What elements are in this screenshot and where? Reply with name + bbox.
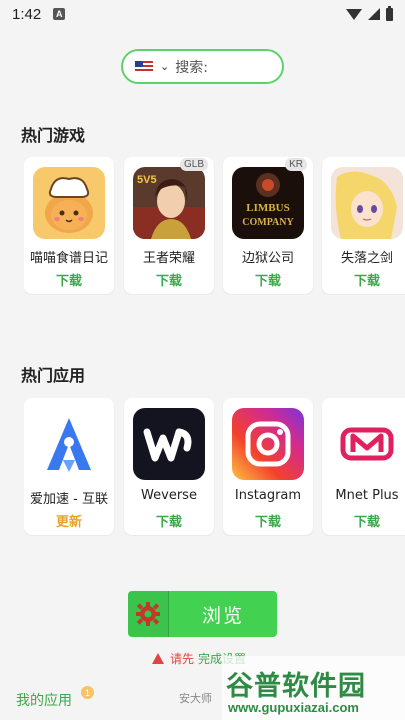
app-card-weverse[interactable]: Weverse 下载 xyxy=(124,398,214,535)
search-input[interactable]: 搜索: xyxy=(175,57,208,77)
app-name: Mnet Plus xyxy=(335,488,399,503)
status-icons xyxy=(346,5,393,21)
battery-icon xyxy=(386,5,393,21)
browse-label[interactable]: 浏览 xyxy=(169,591,277,637)
game-card-lost-sword[interactable]: 失落之剑 下载 xyxy=(322,157,405,294)
watermark: 谷普软件园 www.gupuxiazai.com xyxy=(222,656,405,720)
notification-icon: A xyxy=(53,8,66,20)
instagram-app-icon[interactable] xyxy=(232,408,304,480)
gear-icon[interactable] xyxy=(128,591,169,637)
game-card-wangzhe[interactable]: 5V5 GLB 王者荣耀 下载 xyxy=(124,157,214,294)
hot-games-title: 热门游戏 xyxy=(21,126,86,145)
aijiasu-app-icon[interactable] xyxy=(33,408,105,480)
us-flag-icon[interactable] xyxy=(135,60,153,73)
watermark-title: 谷普软件园 xyxy=(226,671,366,702)
wifi-icon xyxy=(346,8,362,20)
limbus-game-icon[interactable]: LIMBUS COMPANY xyxy=(232,167,304,239)
browse-button[interactable]: 浏览 xyxy=(128,591,277,637)
app-name: Instagram xyxy=(234,488,302,503)
status-bar: 1:42 A xyxy=(0,0,405,28)
my-apps-count-badge: 1 xyxy=(81,686,94,699)
chevron-down-icon[interactable]: ⌄ xyxy=(160,60,169,73)
bottom-label[interactable]: 安大师 xyxy=(179,690,212,706)
svg-text:5V5: 5V5 xyxy=(137,174,157,186)
download-button[interactable]: 下载 xyxy=(322,511,405,530)
game-card-limbus[interactable]: LIMBUS COMPANY KR 边狱公司 下载 xyxy=(223,157,313,294)
game-name: 边狱公司 xyxy=(241,251,294,266)
mnet-plus-app-icon[interactable] xyxy=(331,408,403,480)
region-badge: GLB xyxy=(179,158,208,171)
region-badge: KR xyxy=(285,158,307,171)
app-name: Weverse xyxy=(141,488,197,503)
warning-icon xyxy=(152,653,164,664)
my-apps-tab[interactable]: 我的应用 xyxy=(16,690,72,710)
watermark-url: www.gupuxiazai.com xyxy=(228,700,359,715)
search-bar[interactable]: ⌄ 搜索: xyxy=(121,49,284,84)
download-button[interactable]: 下载 xyxy=(24,270,114,289)
download-button[interactable]: 下载 xyxy=(322,270,405,289)
weverse-app-icon[interactable] xyxy=(133,408,205,480)
hot-games-row[interactable]: 喵喵食谱日记 下载 5V5 GLB 王者荣耀 下载 LIMBUS COMPANY xyxy=(24,157,405,295)
download-button[interactable]: 下载 xyxy=(223,270,313,289)
game-name: 王者荣耀 xyxy=(142,251,195,266)
game-card-miaomiao[interactable]: 喵喵食谱日记 下载 xyxy=(24,157,114,294)
signal-icon xyxy=(368,8,380,20)
app-card-aijiasu[interactable]: 爱加速 - 互联 更新 xyxy=(24,398,114,535)
app-card-mnet-plus[interactable]: Mnet Plus 下载 xyxy=(322,398,405,535)
lost-sword-game-icon[interactable] xyxy=(331,167,403,239)
app-name: 爱加速 - 互联 xyxy=(30,492,108,507)
svg-text:LIMBUS: LIMBUS xyxy=(246,202,289,214)
update-button[interactable]: 更新 xyxy=(24,511,114,530)
app-card-instagram[interactable]: Instagram 下载 xyxy=(223,398,313,535)
download-button[interactable]: 下载 xyxy=(124,511,214,530)
game-name: 喵喵食谱日记 xyxy=(29,251,108,266)
wangzhe-game-icon[interactable]: 5V5 xyxy=(133,167,205,239)
miaomiao-game-icon[interactable] xyxy=(33,167,105,239)
setup-warning-text: 请先 xyxy=(170,652,195,666)
game-name: 失落之剑 xyxy=(340,251,393,266)
download-button[interactable]: 下载 xyxy=(124,270,214,289)
svg-text:COMPANY: COMPANY xyxy=(242,217,294,228)
hot-apps-title: 热门应用 xyxy=(21,366,86,385)
download-button[interactable]: 下载 xyxy=(223,511,313,530)
hot-apps-row[interactable]: 爱加速 - 互联 更新 Weverse 下载 Instagram 下载 Mnet… xyxy=(24,398,405,536)
status-time: 1:42 xyxy=(12,5,42,23)
